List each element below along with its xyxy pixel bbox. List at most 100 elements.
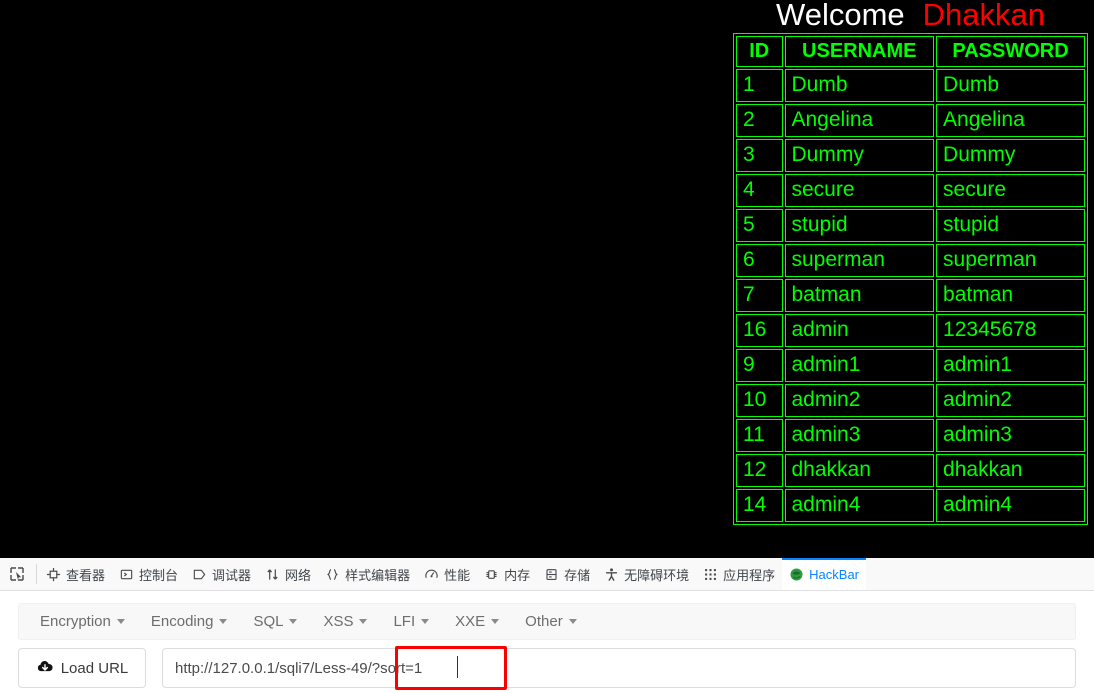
cell-password: Angelina	[936, 104, 1085, 137]
element-picker-icon[interactable]	[0, 558, 34, 590]
devtools-tab-label: 应用程序	[723, 567, 776, 583]
cell-username: dhakkan	[784, 454, 935, 487]
cell-password: Dumb	[936, 69, 1085, 102]
hackbar-menu-label: Encryption	[40, 613, 111, 630]
cell-password: superman	[936, 244, 1085, 277]
table-row: 10 admin2 admin2	[736, 384, 1085, 417]
column-header-password: PASSWORD	[936, 36, 1085, 67]
cell-password: admin4	[936, 489, 1085, 522]
cell-username: admin4	[784, 489, 935, 522]
url-input-wrapper	[162, 646, 1076, 690]
inspector-icon	[46, 567, 61, 582]
devtools-tab-console[interactable]: 控制台	[112, 558, 185, 590]
devtools-tab-performance[interactable]: 性能	[417, 558, 477, 590]
column-header-id: ID	[736, 36, 783, 67]
cell-password: admin1	[936, 349, 1085, 382]
cell-password: 12345678	[936, 314, 1085, 347]
cell-id: 7	[736, 279, 783, 312]
table-row: 7 batman batman	[736, 279, 1085, 312]
devtools-tab-inspector[interactable]: 查看器	[39, 558, 112, 590]
table-row: 3 Dummy Dummy	[736, 139, 1085, 172]
chevron-down-icon	[219, 619, 228, 624]
welcome-username-text: Dhakkan	[922, 0, 1045, 32]
hackbar-menu-xss[interactable]: XSS	[310, 604, 380, 639]
hackbar-menu-label: Encoding	[150, 613, 214, 630]
devtools-tab-label: 无障碍环境	[624, 567, 690, 583]
table-row: 1 Dumb Dumb	[736, 69, 1085, 102]
load-url-button[interactable]: Load URL	[18, 648, 146, 688]
hackbar-menu-bar: Encryption Encoding SQL XSS LFI XXE Othe…	[18, 603, 1076, 640]
cell-id: 3	[736, 139, 783, 172]
column-header-username: USERNAME	[784, 36, 935, 67]
devtools-tab-label: 调试器	[212, 567, 252, 583]
cell-id: 4	[736, 174, 783, 207]
chevron-down-icon	[116, 619, 125, 624]
load-url-label: Load URL	[60, 659, 129, 677]
devtools-tab-debugger[interactable]: 调试器	[185, 558, 258, 590]
hackbar-menu-label: Other	[525, 613, 563, 630]
cell-password: secure	[936, 174, 1085, 207]
cell-username: admin	[784, 314, 935, 347]
devtools-tab-label: 样式编辑器	[345, 567, 411, 583]
cell-password: stupid	[936, 209, 1085, 242]
hackbar-menu-encryption[interactable]: Encryption	[27, 604, 138, 639]
cell-username: admin3	[784, 419, 935, 452]
cell-id: 14	[736, 489, 783, 522]
debugger-icon	[192, 567, 207, 582]
performance-icon	[424, 567, 439, 582]
cell-password: dhakkan	[936, 454, 1085, 487]
devtools-tab-label: 控制台	[139, 567, 179, 583]
table-header-row: ID USERNAME PASSWORD	[736, 36, 1085, 67]
devtools-tab-style-editor[interactable]: 样式编辑器	[318, 558, 417, 590]
chevron-down-icon	[568, 619, 577, 624]
toolbar-divider	[36, 564, 37, 584]
table-row: 16 admin 12345678	[736, 314, 1085, 347]
devtools-tab-network[interactable]: 网络	[258, 558, 318, 590]
devtools-tab-memory[interactable]: 内存	[477, 558, 537, 590]
cell-id: 11	[736, 419, 783, 452]
hackbar-menu-other[interactable]: Other	[512, 604, 590, 639]
cell-username: secure	[784, 174, 935, 207]
welcome-prefix-text: Welcome	[776, 0, 905, 32]
hackbar-menu-xxe[interactable]: XXE	[442, 604, 512, 639]
table-row: 9 admin1 admin1	[736, 349, 1085, 382]
devtools-tab-label: 性能	[444, 567, 471, 583]
cell-password: admin3	[936, 419, 1085, 452]
hackbar-panel: Encryption Encoding SQL XSS LFI XXE Othe…	[0, 591, 1094, 692]
table-body: 1 Dumb Dumb 2 Angelina Angelina 3 Dummy Dummy 4 se…	[736, 69, 1085, 522]
table-row: 2 Angelina Angelina	[736, 104, 1085, 137]
cell-password: admin2	[936, 384, 1085, 417]
hackbar-menu-label: SQL	[253, 613, 284, 630]
table-row: 14 admin4 admin4	[736, 489, 1085, 522]
application-icon	[703, 567, 718, 582]
devtools-tab-label: 内存	[504, 567, 531, 583]
text-cursor	[457, 656, 458, 678]
devtools-tab-storage[interactable]: 存储	[537, 558, 597, 590]
cell-id: 5	[736, 209, 783, 242]
style-editor-icon	[325, 567, 340, 582]
hackbar-menu-label: XSS	[323, 613, 354, 630]
devtools-tab-application[interactable]: 应用程序	[696, 558, 782, 590]
chevron-down-icon	[421, 619, 430, 624]
devtools-tab-hackbar[interactable]: HackBar	[782, 558, 867, 590]
hackbar-menu-sql[interactable]: SQL	[240, 604, 310, 639]
accessibility-icon	[604, 567, 619, 582]
table-row: 12 dhakkan dhakkan	[736, 454, 1085, 487]
hackbar-menu-lfi[interactable]: LFI	[380, 604, 442, 639]
url-input[interactable]	[162, 648, 1076, 688]
storage-icon	[544, 567, 559, 582]
devtools-tab-accessibility[interactable]: 无障碍环境	[597, 558, 696, 590]
cell-id: 10	[736, 384, 783, 417]
hackbar-menu-encoding[interactable]: Encoding	[138, 604, 241, 639]
cell-id: 9	[736, 349, 783, 382]
cell-username: admin2	[784, 384, 935, 417]
browser-page-content: Welcome Dhakkan ID USERNAME PASSWORD 1 Dum…	[0, 0, 1094, 558]
table-row: 4 secure secure	[736, 174, 1085, 207]
devtools-tab-label: 存储	[564, 567, 591, 583]
devtools-tab-label: 网络	[285, 567, 312, 583]
cell-id: 12	[736, 454, 783, 487]
cell-id: 2	[736, 104, 783, 137]
hackbar-menu-label: XXE	[455, 613, 486, 630]
cell-username: superman	[784, 244, 935, 277]
cell-username: batman	[784, 279, 935, 312]
